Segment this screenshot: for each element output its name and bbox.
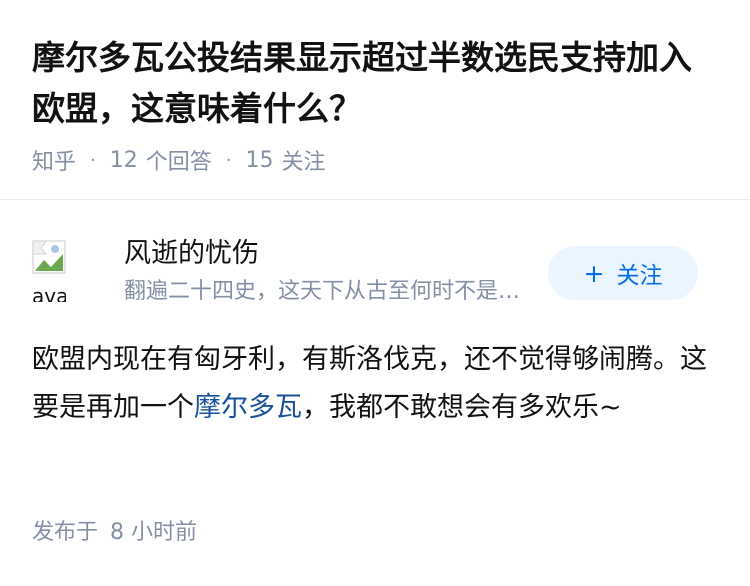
answer-content: 欧盟内现在有匈牙利，有斯洛伐克，还不觉得够闹腾。这要是再加一个摩尔多瓦，我都不敢…	[32, 336, 712, 432]
answer-count: 12	[109, 147, 138, 173]
follow-button[interactable]: + 关注	[548, 246, 698, 300]
published-time: 8 小时前	[110, 520, 198, 545]
separator-dot: ·	[90, 149, 96, 171]
question-title[interactable]: 摩尔多瓦公投结果显示超过半数选民支持加入欧盟，这意味着什么？	[32, 32, 722, 134]
plus-icon: +	[583, 258, 605, 288]
follow-button-label: 关注	[616, 263, 663, 289]
follower-count: 15	[245, 147, 274, 173]
published-label: 发布于	[32, 520, 99, 545]
source-label[interactable]: 知乎	[32, 144, 76, 176]
question-meta: 知乎 · 12 个回答 · 15 关注	[32, 143, 326, 177]
topic-link[interactable]: 摩尔多瓦	[194, 392, 302, 423]
avatar[interactable]: avatar	[32, 240, 66, 302]
author-bio: 翻遍二十四史，这天下从古至何时不是这样	[124, 279, 538, 304]
follower-count-label[interactable]: 关注	[282, 144, 326, 176]
publish-time: 发布于 8 小时前	[32, 517, 197, 549]
question-header: 摩尔多瓦公投结果显示超过半数选民支持加入欧盟，这意味着什么？ 知乎 · 12 个…	[0, 0, 750, 200]
avatar-alt-text: avatar	[32, 284, 66, 302]
separator-dot: ·	[225, 149, 232, 171]
author-name[interactable]: 风逝的忧伤	[124, 236, 259, 272]
answer-text-after: ，我都不敢想会有多欢乐~	[302, 392, 622, 423]
answer-count-label[interactable]: 个回答	[146, 144, 212, 176]
author-card: avatar 风逝的忧伤 翻遍二十四史，这天下从古至何时不是这样 + 关注	[32, 236, 722, 312]
broken-image-icon	[32, 240, 66, 274]
